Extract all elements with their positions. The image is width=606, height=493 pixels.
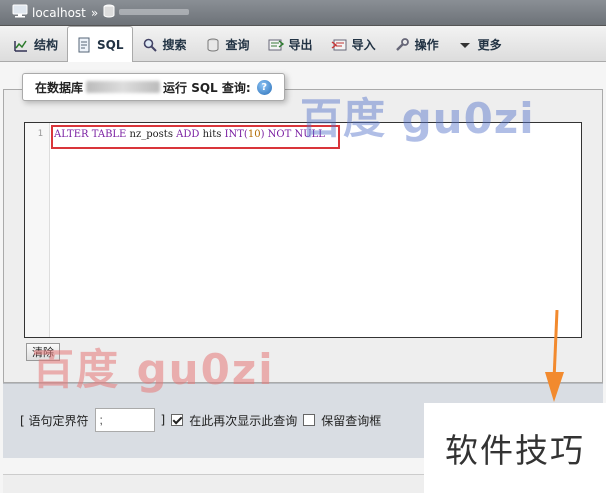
tab-search-label: 搜索	[162, 38, 187, 52]
tab-operations-label: 操作	[414, 38, 439, 52]
breadcrumb-database[interactable]	[119, 6, 190, 20]
tab-more[interactable]: 更多	[448, 27, 511, 61]
wrench-icon	[394, 37, 410, 53]
legend-suffix: 运行 SQL 查询:	[163, 80, 251, 95]
query-icon	[205, 37, 221, 53]
retain-query-checkbox[interactable]	[303, 414, 316, 426]
delimiter-input[interactable]	[94, 408, 155, 432]
tab-structure[interactable]: 结构	[4, 27, 67, 61]
tab-export[interactable]: 导出	[259, 27, 322, 61]
bottom-strip	[3, 474, 603, 493]
tab-query[interactable]: 查询	[196, 27, 259, 61]
export-icon	[268, 37, 284, 53]
tab-query-label: 查询	[225, 38, 250, 52]
orange-arrow-icon	[545, 310, 564, 402]
tab-import[interactable]: 导入	[322, 27, 385, 61]
breadcrumb-bar: localhost »	[0, 0, 606, 26]
breadcrumb-separator: »	[90, 5, 99, 20]
structure-icon	[13, 37, 29, 53]
tab-search[interactable]: 搜索	[133, 27, 196, 61]
database-icon	[103, 4, 115, 21]
tab-export-label: 导出	[288, 38, 313, 52]
sql-icon	[76, 37, 92, 53]
delimiter-close: ]	[160, 413, 166, 427]
sql-editor[interactable]: 1 ALTER TABLE nz_posts ADD hits INT(10) …	[24, 122, 582, 338]
server-icon	[12, 4, 28, 21]
retain-query-label[interactable]: 保留查询框	[321, 412, 381, 429]
triangle-down-icon	[457, 37, 473, 53]
show-again-label[interactable]: 在此再次显示此查询	[189, 412, 297, 429]
tab-sql[interactable]: SQL	[67, 26, 133, 62]
import-icon	[331, 37, 347, 53]
tab-more-label: 更多	[477, 38, 502, 52]
tab-bar: 结构 SQL 搜索 查询 导出 导入 操作 更多	[0, 26, 606, 62]
delimiter-label: [ 语句定界符	[20, 413, 89, 428]
show-again-checkbox[interactable]	[171, 414, 184, 426]
search-icon	[142, 37, 158, 53]
tab-sql-label: SQL	[97, 37, 124, 52]
breadcrumb-server[interactable]: localhost	[32, 6, 86, 20]
red-highlight-box	[51, 125, 340, 149]
line-number: 1	[37, 129, 43, 139]
tab-import-label: 导入	[351, 38, 376, 52]
help-icon[interactable]: ?	[256, 79, 272, 95]
legend-prefix: 在数据库	[35, 80, 84, 95]
legend-database-name	[86, 81, 161, 93]
options-row: [ 语句定界符 ] 在此再次显示此查询 保留查询框	[20, 408, 381, 432]
tab-structure-label: 结构	[34, 38, 59, 52]
tab-operations[interactable]: 操作	[385, 27, 448, 61]
editor-gutter: 1	[25, 123, 50, 337]
query-legend: 在数据库 运行 SQL 查询: ?	[22, 73, 285, 101]
clear-button[interactable]: 清除	[26, 343, 60, 361]
